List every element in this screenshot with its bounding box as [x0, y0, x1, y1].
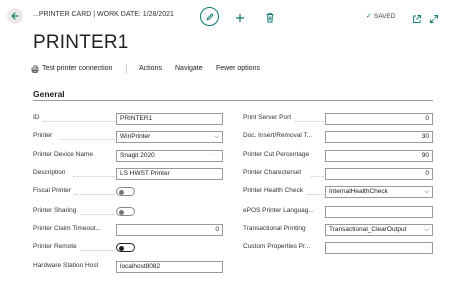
field-row-epos-lang: ePOS Printer Languag...	[243, 206, 433, 218]
hardware-station-host-input[interactable]: localhost8082	[116, 261, 223, 273]
printer-sharing-toggle[interactable]	[116, 207, 135, 216]
chevron-down-icon: ⌵	[424, 189, 429, 195]
field-label-printer: Printer	[33, 132, 53, 139]
device-name-value: Snagit 2020	[120, 152, 155, 159]
fiscal-printer-toggle[interactable]	[116, 187, 135, 196]
field-label-device-name: Printer Device Name	[33, 151, 93, 158]
breadcrumb: ...PRINTER CARD | WORK DATE: 1/28/2021	[33, 11, 174, 18]
back-arrow-icon	[11, 12, 19, 20]
custom-properties-select[interactable]: ⌵	[325, 242, 433, 254]
field-row-charset: Printer Charecterset 0	[243, 168, 433, 180]
page-title: PRINTER1	[33, 32, 129, 53]
pencil-icon	[206, 13, 214, 21]
plus-icon	[236, 14, 244, 22]
expand-button[interactable]	[429, 11, 439, 29]
health-check-select[interactable]: InternalHealthCheck ⌵	[325, 186, 433, 198]
field-label-sharing: Printer Sharing	[33, 207, 77, 214]
epos-language-input[interactable]	[325, 206, 433, 218]
field-row-cut-pct: Printer Cut Percentage 90	[243, 150, 433, 162]
field-row-device-name: Printer Device Name Snagit 2020 ···	[33, 150, 223, 162]
field-row-description: Description LS HWST Printer	[33, 168, 223, 180]
edit-button[interactable]	[200, 7, 219, 26]
field-row-claim-timeout: Printer Claim Timeout... 0	[33, 224, 223, 236]
toggle-knob	[119, 189, 124, 195]
transactional-printing-select[interactable]: Transactional_ClearOutput ⌵	[325, 224, 433, 236]
id-input[interactable]: PRINTER1	[116, 113, 223, 125]
action-separator	[126, 64, 127, 74]
leader-dots	[61, 139, 115, 140]
field-label-remote: Printer Remote	[33, 243, 77, 250]
lookup-ellipsis-icon[interactable]: ···	[211, 151, 220, 160]
description-input[interactable]: LS HWST Printer	[116, 168, 223, 180]
toggle-knob	[119, 245, 124, 251]
printer-remote-toggle[interactable]	[116, 243, 135, 252]
check-icon: ✓	[366, 13, 372, 20]
field-label-claim-timeout: Printer Claim Timeout...	[33, 225, 101, 232]
field-row-trans-print: Transactional Printing Transactional_Cle…	[243, 224, 433, 236]
leader-dots	[311, 176, 324, 177]
field-row-sharing: Printer Sharing	[33, 206, 223, 218]
field-label-custom-props: Custom Properties Pr...	[243, 243, 311, 250]
claim-timeout-input[interactable]: 0	[116, 224, 223, 236]
field-label-doc-insert: Doc. Insert/Removal T...	[243, 132, 313, 139]
test-printer-connection-action[interactable]: Test printer connection	[31, 65, 113, 73]
field-label-health-check: Printer Health Check	[243, 187, 303, 194]
printer-select[interactable]: WinPrinter ⌵	[116, 131, 223, 143]
field-row-doc-insert: Doc. Insert/Removal T... 30	[243, 131, 433, 143]
open-in-new-window-icon	[413, 15, 421, 23]
expand-icon	[430, 15, 438, 23]
field-row-custom-props: Custom Properties Pr... ⌵	[243, 242, 433, 254]
field-row-health-check: Printer Health Check InternalHealthCheck…	[243, 186, 433, 198]
leader-dots	[80, 214, 115, 215]
field-label-charset: Printer Charecterset	[243, 169, 302, 176]
leader-dots	[80, 250, 115, 251]
trash-icon	[266, 12, 274, 23]
toggle-knob	[119, 209, 124, 215]
device-name-input[interactable]: Snagit 2020 ···	[116, 150, 223, 162]
leader-dots	[43, 121, 115, 122]
field-row-fiscal: Fiscal Printer	[33, 186, 223, 198]
back-button[interactable]	[7, 8, 23, 24]
fewer-options-button[interactable]: Fewer options	[216, 65, 260, 72]
charset-input[interactable]: 0	[325, 168, 433, 180]
chevron-down-icon: ⌵	[424, 245, 429, 251]
leader-dots	[75, 194, 115, 195]
navigate-menu[interactable]: Navigate	[175, 65, 203, 72]
field-row-id: ID PRINTER1	[33, 113, 223, 125]
test-printer-connection-label: Test printer connection	[42, 65, 113, 72]
health-check-value: InternalHealthCheck	[329, 188, 388, 195]
field-label-epos-lang: ePOS Printer Languag...	[243, 207, 314, 214]
field-row-server-port: Print Server Port 0	[243, 113, 433, 125]
server-port-input[interactable]: 0	[325, 113, 433, 125]
field-label-cut-pct: Printer Cut Percentage	[243, 151, 310, 158]
field-label-id: ID	[33, 114, 40, 121]
cut-percentage-input[interactable]: 90	[325, 150, 433, 162]
doc-insert-input[interactable]: 30	[325, 131, 433, 143]
saved-status: ✓ SAVED	[366, 12, 395, 20]
field-row-host: Hardware Station Host localhost8082	[33, 261, 223, 273]
delete-button[interactable]	[265, 10, 275, 28]
section-divider	[33, 100, 433, 101]
field-label-fiscal: Fiscal Printer	[33, 187, 71, 194]
actions-menu[interactable]: Actions	[139, 65, 162, 72]
field-row-printer: Printer WinPrinter ⌵	[33, 131, 223, 143]
add-button[interactable]	[235, 10, 245, 28]
chevron-down-icon: ⌵	[214, 134, 219, 140]
field-label-trans-print: Transactional Printing	[243, 225, 306, 232]
leader-dots	[295, 121, 324, 122]
field-label-description: Description	[33, 169, 66, 176]
transactional-printing-value: Transactional_ClearOutput	[329, 226, 407, 233]
top-bar: ...PRINTER CARD | WORK DATE: 1/28/2021 ✓…	[0, 0, 474, 32]
field-row-remote: Printer Remote	[33, 242, 223, 254]
field-label-host: Hardware Station Host	[33, 262, 99, 269]
chevron-down-icon: ⌵	[424, 227, 429, 233]
printer-select-value: WinPrinter	[120, 133, 151, 140]
open-new-window-button[interactable]	[412, 11, 422, 29]
leader-dots	[73, 176, 115, 177]
section-title-general[interactable]: General	[33, 89, 65, 99]
leader-dots	[307, 194, 324, 195]
printer-test-icon	[31, 65, 39, 73]
field-label-server-port: Print Server Port	[243, 114, 292, 121]
saved-label: SAVED	[373, 13, 396, 20]
